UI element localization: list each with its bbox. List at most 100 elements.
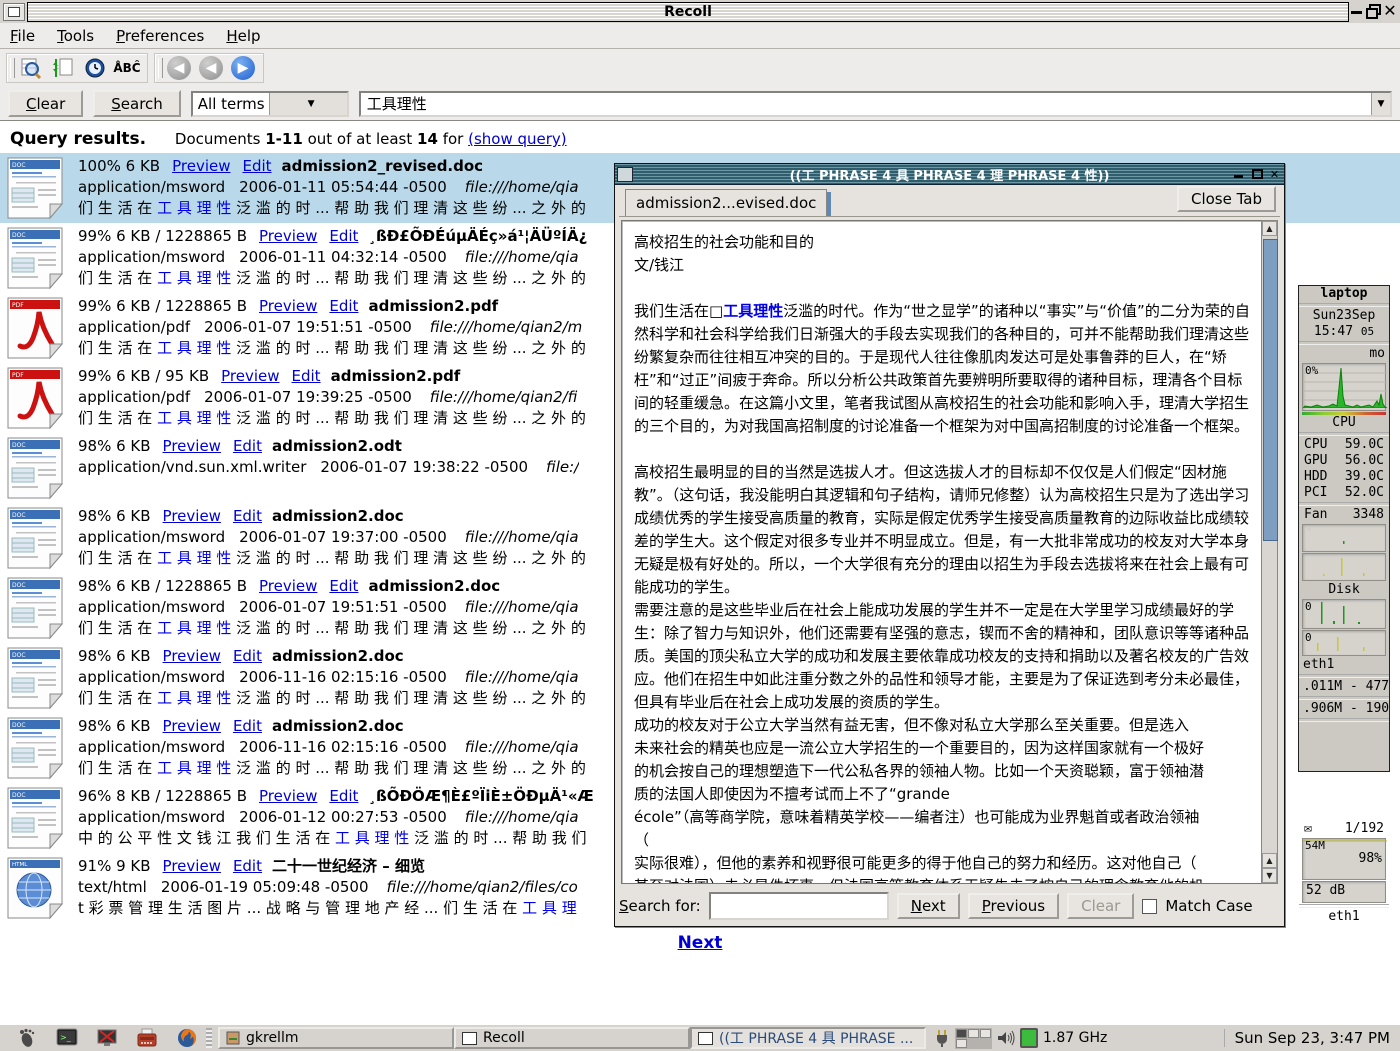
cpufreq-icon[interactable] [1020, 1028, 1038, 1048]
menu-help[interactable]: Help [226, 27, 260, 45]
result-title: admission2.pdf [331, 367, 461, 385]
edit-link[interactable]: Edit [233, 857, 262, 875]
preview-link[interactable]: Preview [163, 717, 221, 735]
preview-titlebar[interactable]: ((工 PHRASE 4 具 PHRASE 4 理 PHRASE 4 性)) ✕ [615, 164, 1284, 185]
scroll-up2-icon[interactable]: ▲ [1262, 853, 1277, 868]
search-button[interactable]: Search [93, 90, 181, 117]
results-range: 1-11 [265, 130, 303, 148]
preview-scrollbar[interactable]: ▲ ▲ ▼ [1261, 220, 1278, 884]
edit-link[interactable]: Edit [292, 367, 321, 385]
task-button-preview[interactable]: ((工 PHRASE 4 具 PHRASE ... [690, 1027, 926, 1049]
preview-link[interactable]: Preview [163, 857, 221, 875]
preview-link[interactable]: Preview [259, 227, 317, 245]
editor-launcher[interactable] [134, 1027, 160, 1049]
first-page-button[interactable]: ◀ [165, 55, 193, 81]
result-url: file:///home/qian2/fi [430, 388, 578, 406]
result-date: 2006-01-11 04:32:14 -0500 [239, 248, 447, 266]
terminal-launcher[interactable]: >_ [54, 1027, 80, 1049]
result-title: admission2.doc [272, 647, 404, 665]
typewriter-icon [136, 1028, 158, 1048]
result-mimetype: application/msword [78, 248, 225, 266]
close-tab-button[interactable]: Close Tab [1177, 186, 1276, 212]
temp-row-cpu: CPU59.0C [1299, 437, 1389, 453]
edit-link[interactable]: Edit [233, 647, 262, 665]
clear-button[interactable]: Clear [8, 90, 83, 117]
minimize-button[interactable] [1348, 3, 1364, 19]
scrollbar-thumb[interactable] [1263, 239, 1278, 541]
power-plug-icon[interactable] [934, 1028, 950, 1048]
window-menu-button[interactable] [3, 3, 25, 21]
search-mode-combobox[interactable]: All terms ▼ [191, 91, 349, 117]
next-results-link[interactable]: Next [0, 933, 1400, 953]
preview-link[interactable]: Preview [221, 367, 279, 385]
fan-chart2 [1302, 553, 1386, 581]
fan-chart1 [1302, 524, 1386, 552]
previous-page-button[interactable]: ◀ [197, 55, 225, 81]
window-title: Recoll [28, 4, 1348, 20]
edit-link[interactable]: Edit [329, 787, 358, 805]
find-input[interactable] [709, 892, 889, 920]
edit-link[interactable]: Edit [233, 507, 262, 525]
edit-link[interactable]: Edit [329, 297, 358, 315]
result-line1: 98% 6 KBPreviewEditadmission2.doc [78, 506, 586, 527]
menu-file[interactable]: File [10, 27, 35, 45]
gnome-menu-button[interactable] [14, 1027, 40, 1049]
maximize-button[interactable] [1365, 3, 1381, 19]
next-page-button[interactable]: ▶ [229, 55, 257, 81]
result-mimetype: application/msword [78, 668, 225, 686]
match-case-checkbox[interactable] [1142, 899, 1157, 914]
taskbar-handle[interactable] [206, 1028, 212, 1048]
history-button[interactable] [81, 55, 109, 81]
edit-link[interactable]: Edit [329, 227, 358, 245]
preview-link[interactable]: Preview [259, 297, 317, 315]
volume-icon[interactable] [997, 1030, 1015, 1046]
preview-link[interactable]: Preview [172, 157, 230, 175]
preview-minimize-button[interactable] [1234, 168, 1247, 181]
lock-screen-launcher[interactable] [94, 1027, 120, 1049]
show-query-link[interactable]: (show query) [468, 130, 567, 148]
menu-tools[interactable]: Tools [57, 27, 94, 45]
result-url: file:///home/qia [465, 668, 579, 686]
preview-maximize-button[interactable] [1251, 168, 1264, 181]
scroll-up-icon[interactable]: ▲ [1262, 221, 1277, 236]
preview-text[interactable]: 高校招生的社会功能和目的文/钱江 我们生活在□工具理性泛滥的时代。作为“世之显学… [621, 220, 1278, 884]
taskbar-clock[interactable]: Sun Sep 23, 3:47 PM [1224, 1029, 1390, 1047]
result-mimetype: application/msword [78, 528, 225, 546]
result-snippet: 们 生 活 在 工 具 理 性 泛 滥 的 时 ... 帮 助 我 们 理 清 … [78, 548, 586, 569]
preview-link[interactable]: Preview [163, 437, 221, 455]
preview-link[interactable]: Preview [163, 507, 221, 525]
close-button[interactable]: ✕ [1382, 3, 1398, 19]
query-history-chevron-icon[interactable]: ▼ [1371, 93, 1390, 115]
scroll-down-icon[interactable]: ▼ [1262, 868, 1277, 883]
query-input[interactable] [361, 94, 1371, 114]
menu-preferences[interactable]: Preferences [116, 27, 204, 45]
edit-link[interactable]: Edit [233, 717, 262, 735]
find-next-button[interactable]: Next [897, 893, 960, 919]
workspace-pager[interactable] [955, 1028, 992, 1049]
doc-file-icon: DOC [6, 576, 64, 640]
preview-tab[interactable]: admission2...evised.doc [625, 189, 827, 216]
preview-link[interactable]: Preview [163, 647, 221, 665]
sort-by-date-button[interactable] [49, 55, 77, 81]
show-as-table-button[interactable] [17, 55, 45, 81]
result-score-size: 100% 6 KB [78, 157, 160, 175]
results-total: 14 [417, 130, 438, 148]
task-button-recoll[interactable]: Recoll [454, 1027, 690, 1049]
term-explorer-button[interactable]: ÅBĈ [113, 55, 141, 81]
task-button-gkrellm[interactable]: gkrellm [218, 1027, 454, 1049]
edit-link[interactable]: Edit [233, 437, 262, 455]
main-titlebar[interactable]: Recoll ✕ [0, 0, 1400, 23]
firefox-launcher[interactable] [174, 1027, 200, 1049]
result-url: file:///home/qia [465, 738, 579, 756]
result-date: 2006-01-11 05:54:44 -0500 [239, 178, 447, 196]
preview-close-button[interactable]: ✕ [1268, 168, 1281, 181]
edit-link[interactable]: Edit [242, 157, 271, 175]
preview-link[interactable]: Preview [259, 787, 317, 805]
find-previous-button[interactable]: Previous [968, 893, 1059, 919]
result-date: 2006-11-16 02:15:16 -0500 [239, 668, 447, 686]
preview-link[interactable]: Preview [259, 577, 317, 595]
sensors-header: CPU [1299, 415, 1389, 431]
edit-link[interactable]: Edit [329, 577, 358, 595]
chevron-down-icon[interactable]: ▼ [269, 93, 347, 115]
result-score-size: 98% 6 KB [78, 507, 151, 525]
